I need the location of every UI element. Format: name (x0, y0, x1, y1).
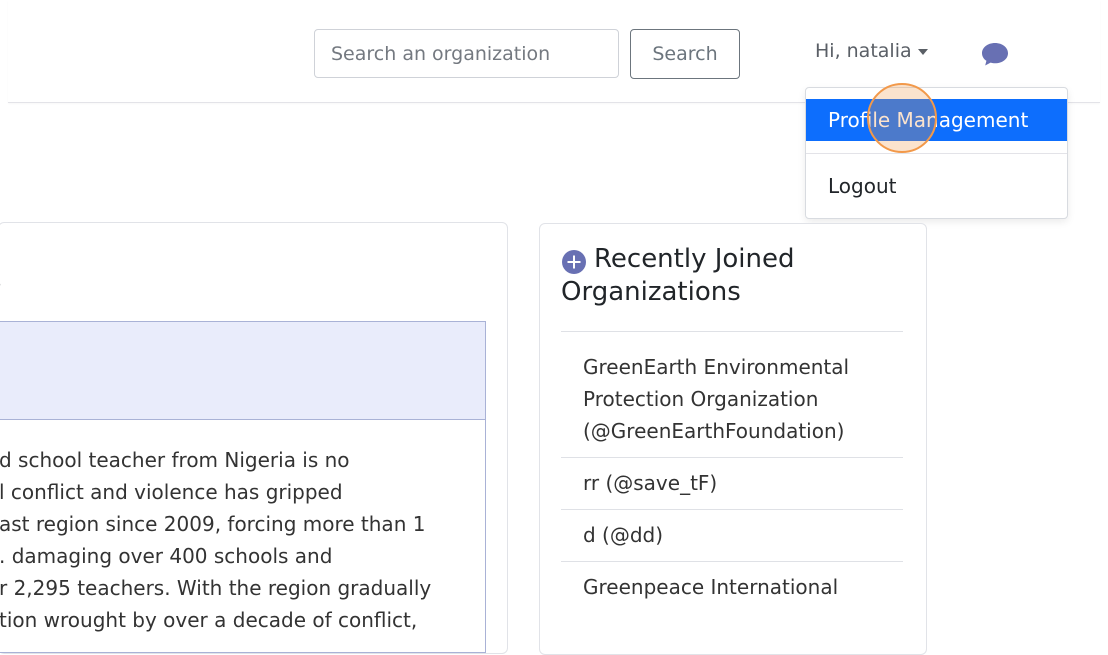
org-list-item[interactable]: GreenEarth Environmental Protection Orga… (561, 349, 903, 458)
org-list-item[interactable]: rr (@save_tF) (561, 458, 903, 510)
post-text-line: tion wrought by over a decade of conflic… (0, 608, 418, 632)
post-header (0, 322, 485, 420)
org-list-item[interactable]: Greenpeace International (561, 562, 903, 613)
user-menu-toggle[interactable]: Hi, natalia (815, 37, 928, 65)
org-list-item[interactable]: d (@dd) (561, 510, 903, 562)
search-button[interactable]: Search (630, 29, 740, 79)
chat-bubble-icon[interactable] (980, 40, 1010, 68)
dropdown-item-profile-management[interactable]: Profile Management (806, 99, 1067, 141)
caret-down-icon (917, 49, 928, 55)
post-text-line: d school teacher from Nigeria is no (0, 448, 350, 472)
recent-org-list: GreenEarth Environmental Protection Orga… (561, 349, 903, 613)
post-body: d school teacher from Nigeria is no l co… (0, 444, 469, 636)
dropdown-divider (806, 153, 1067, 154)
post-text-line: ast region since 2009, forcing more than… (0, 512, 426, 536)
post-text-line: r 2,295 teachers. With the region gradua… (0, 576, 432, 600)
user-dropdown-menu: Profile Management Logout (805, 87, 1068, 219)
left-card-heading: s (0, 262, 2, 297)
user-greeting: Hi, natalia (815, 40, 912, 62)
post-text-line: . damaging over 400 schools and (0, 544, 333, 568)
dropdown-item-logout[interactable]: Logout (806, 165, 1067, 207)
post-text-line: l conflict and violence has gripped (0, 480, 343, 504)
post-card: d school teacher from Nigeria is no l co… (0, 321, 486, 653)
search-input[interactable] (314, 29, 619, 78)
recently-joined-title: Recently Joined Organizations (561, 244, 795, 307)
title-divider (561, 331, 903, 332)
